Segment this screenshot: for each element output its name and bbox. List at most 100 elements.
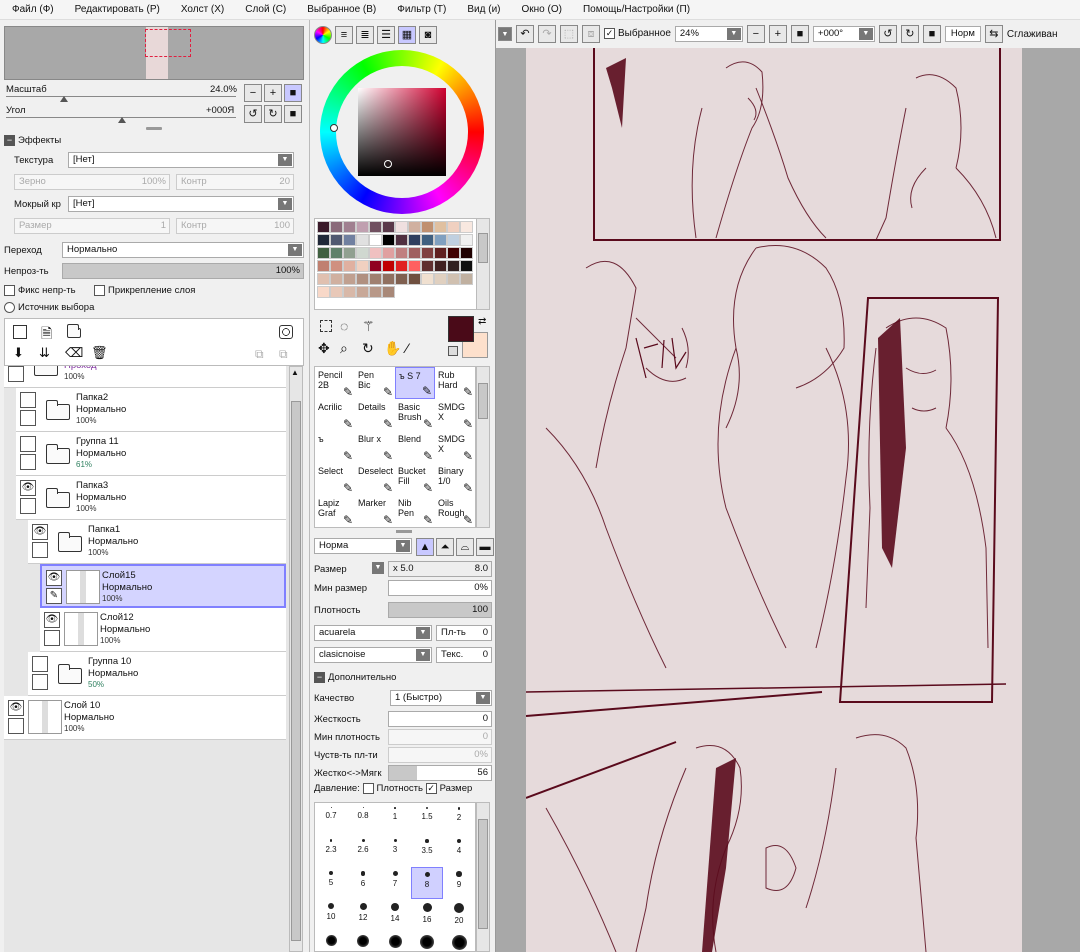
comic-page-canvas[interactable] — [526, 48, 1022, 952]
color-swatch[interactable] — [369, 221, 382, 233]
color-swatch[interactable] — [421, 273, 434, 285]
color-swatch[interactable] — [343, 234, 356, 246]
texture1-select[interactable]: acuarela ▼ — [314, 625, 432, 641]
brush-size-preset[interactable]: 8 — [411, 867, 443, 899]
color-swatch[interactable] — [408, 247, 421, 259]
brush-size-preset[interactable]: 5 — [315, 867, 347, 899]
deselect-icon[interactable]: ⬚ — [560, 25, 578, 43]
brush-size-preset[interactable]: 0.7 — [315, 803, 347, 835]
brush-slot[interactable]: SMDG X ✎ — [435, 399, 475, 431]
color-swatch[interactable] — [395, 260, 408, 272]
new-folder-icon[interactable] — [66, 324, 81, 338]
color-swatch[interactable] — [395, 221, 408, 233]
hsv-slider-tab-icon[interactable]: ≣ — [356, 26, 374, 44]
zoom-fit-icon[interactable]: ■ — [790, 25, 809, 43]
color-swatch[interactable] — [317, 260, 330, 272]
color-picker-cursor[interactable] — [384, 160, 392, 168]
rotate-right-button[interactable]: ↻ — [264, 105, 282, 123]
navigator-preview[interactable] — [4, 26, 304, 80]
gradient-tab-icon[interactable]: ☰ — [377, 26, 395, 44]
color-swatch[interactable] — [317, 221, 330, 233]
color-swatch[interactable] — [317, 273, 330, 285]
selection-source-radio[interactable]: Источник выбора — [4, 302, 94, 313]
color-swatch[interactable] — [356, 221, 369, 233]
chevron-down-icon[interactable]: ▼ — [498, 27, 512, 41]
brush-size-preset[interactable]: 14 — [379, 899, 411, 931]
wet-select[interactable]: [Нет] ▼ — [68, 196, 294, 212]
zoom-icon[interactable]: ⌕ — [340, 340, 348, 357]
brush-size-preset[interactable]: 2.3 — [315, 835, 347, 867]
scratchpad-tab-icon[interactable]: ◙ — [419, 26, 437, 44]
eye-icon[interactable]: 👁 — [32, 524, 48, 540]
rotate-ccw-icon[interactable]: ↺ — [878, 25, 897, 43]
size-grid-scrollbar[interactable] — [476, 802, 490, 952]
move-icon[interactable]: ✥ — [318, 340, 330, 357]
eye-icon[interactable]: 👁 — [8, 700, 24, 716]
brush-size-preset[interactable] — [347, 931, 379, 951]
layer-row[interactable]: 👁 Папка1 Нормально 100% — [28, 520, 286, 564]
navigator-view-rect[interactable] — [145, 29, 191, 57]
color-swatch[interactable] — [447, 234, 460, 246]
lock-toggle[interactable] — [20, 498, 36, 514]
menu-item[interactable]: Холст (Х) — [169, 4, 233, 15]
brush-slot[interactable]: Nib Pen ✎ — [395, 495, 435, 527]
brush-slot[interactable]: Rub Hard ✎ — [435, 367, 475, 399]
new-layer-icon[interactable] — [13, 325, 27, 339]
texture2-strength[interactable]: Текс. 0 — [436, 647, 492, 663]
color-swatch[interactable] — [343, 221, 356, 233]
radio-icon[interactable] — [4, 302, 15, 313]
zoom-in-button[interactable]: + — [264, 84, 282, 102]
rotate-icon[interactable]: ↻ — [362, 340, 374, 357]
brush-size-preset[interactable]: 12 — [347, 899, 379, 931]
color-wheel-tab-icon[interactable] — [314, 26, 332, 44]
color-swatch[interactable] — [447, 273, 460, 285]
scroll-up-icon[interactable]: ▲ — [291, 368, 299, 377]
swatch-grid[interactable] — [314, 218, 490, 310]
menu-item[interactable]: Слой (С) — [233, 4, 295, 15]
color-swatch[interactable] — [317, 247, 330, 259]
color-swatch[interactable] — [382, 234, 395, 246]
color-swatch[interactable] — [356, 273, 369, 285]
brush-size-preset[interactable]: 1.5 — [411, 803, 443, 835]
brush-size-preset[interactable]: 10 — [315, 899, 347, 931]
color-swatch[interactable] — [330, 273, 343, 285]
brush-size-preset[interactable]: 3.5 — [411, 835, 443, 867]
color-swatch[interactable] — [421, 221, 434, 233]
brush-slot[interactable]: ъ S 7 ✎ — [395, 367, 435, 399]
layer-row[interactable]: 👁Группа 1Проход100% — [4, 366, 286, 388]
undo-icon[interactable]: ↶ — [516, 25, 534, 43]
rotate-left-button[interactable]: ↺ — [244, 105, 262, 123]
menu-item[interactable]: Выбранное (В) — [295, 4, 385, 15]
color-swatch[interactable] — [330, 286, 343, 298]
layers-list[interactable]: 👁Группа 1Проход100%Папка2Нормально100%Гр… — [4, 366, 290, 952]
saturation-value-square[interactable] — [358, 88, 446, 176]
color-swatch[interactable] — [382, 273, 395, 285]
brush-slot[interactable]: Acrilic ✎ — [315, 399, 355, 431]
brush-slot[interactable]: Pen Bic ✎ — [355, 367, 395, 399]
brush-shape-round-icon[interactable]: ⌓ — [456, 538, 474, 556]
visibility-toggle[interactable] — [20, 392, 36, 408]
color-swatch[interactable] — [408, 221, 421, 233]
scale-slider[interactable] — [6, 96, 236, 97]
lasso-icon[interactable]: ◌ — [340, 318, 348, 334]
brush-mode-select[interactable]: Норма ▼ — [314, 538, 412, 554]
color-swatch[interactable] — [382, 221, 395, 233]
brush-size-preset[interactable]: 16 — [411, 899, 443, 931]
visibility-toggle[interactable] — [20, 436, 36, 452]
menu-item[interactable]: Окно (О) — [510, 4, 571, 15]
color-swatch[interactable] — [356, 234, 369, 246]
pressure-density-checkbox[interactable] — [362, 783, 374, 794]
color-swatch[interactable] — [434, 260, 447, 272]
blend-select[interactable]: Нормально ▼ — [62, 242, 304, 258]
brush-panel-splitter[interactable] — [396, 530, 412, 533]
color-swatch[interactable] — [447, 247, 460, 259]
color-swatch[interactable] — [395, 273, 408, 285]
swap-colors-icon[interactable]: ⇄ — [478, 316, 486, 327]
brush-size-preset[interactable]: 2.6 — [347, 835, 379, 867]
color-swatch[interactable] — [421, 260, 434, 272]
advanced-header[interactable]: − Дополнительно — [314, 672, 396, 683]
size-multiplier-dropdown[interactable]: ▼ — [372, 562, 384, 574]
checkbox-icon[interactable] — [4, 285, 15, 296]
color-swatch[interactable] — [343, 260, 356, 272]
color-swatch[interactable] — [382, 260, 395, 272]
